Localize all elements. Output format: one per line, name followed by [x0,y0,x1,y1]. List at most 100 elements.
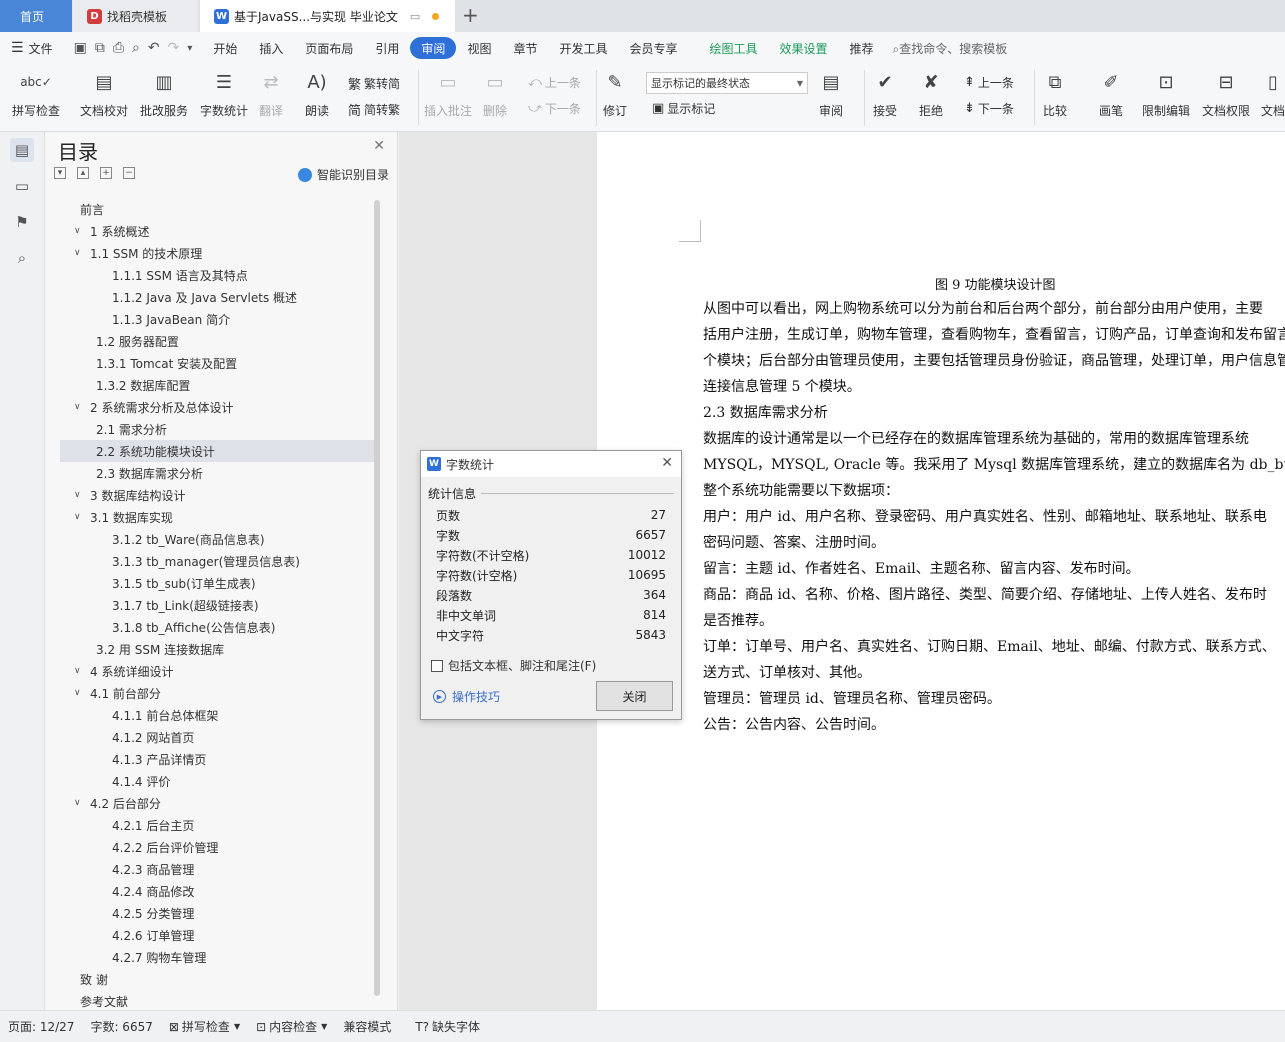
add-heading-icon[interactable]: + [100,167,112,179]
export-icon[interactable]: ⧉ [95,40,105,56]
batch-service-button[interactable]: ▥ 批改服务 [140,68,188,119]
toc-item[interactable]: 3.1.3 tb_manager(管理员信息表) [60,550,374,572]
toc-item[interactable]: 4.1.2 网站首页 [60,726,374,748]
toc-item[interactable]: 3.1.7 tb_Link(超级链接表) [60,594,374,616]
toc-item[interactable]: 1.1.1 SSM 语言及其特点 [60,264,374,286]
toc-item[interactable]: ∨ 3 数据库结构设计 [60,484,374,506]
toc-item[interactable]: 1.1.3 JavaBean 简介 [60,308,374,330]
toc-item[interactable]: 1.2 服务器配置 [60,330,374,352]
toc-item[interactable]: ∨ 2 系统需求分析及总体设计 [60,396,374,418]
doc-permission-button[interactable]: ⊟ 文档权限 [1202,68,1250,119]
new-tab-icon[interactable]: + [462,3,479,27]
toc-item[interactable]: 4.2.4 商品修改 [60,880,374,902]
toc-item[interactable]: 4.1.4 评价 [60,770,374,792]
toc-item[interactable]: 3.1.5 tb_sub(订单生成表) [60,572,374,594]
toc-item[interactable]: ∨ 1 系统概述 [60,220,374,242]
toc-item[interactable]: 参考文献 [60,990,374,1012]
menu-member[interactable]: 会员专享 [618,37,688,59]
doc-more-button[interactable]: ▯ 文档 [1260,68,1285,119]
prev-comment-button[interactable]: ⤺ 上一条 [528,74,581,91]
toc-item[interactable]: 4.1.1 前台总体框架 [60,704,374,726]
menu-recommend[interactable]: 推荐 [839,37,885,59]
save-icon[interactable]: ▣ [74,40,87,56]
content-check-status[interactable]: ⊡ 内容检查 ▼ [248,1018,335,1035]
close-icon[interactable]: ✕ [373,138,385,154]
remove-heading-icon[interactable]: − [123,167,135,179]
tab-home[interactable]: 首页 [0,0,72,32]
chevron-down-icon[interactable]: ∨ [74,226,84,236]
toc-item[interactable]: 4.2.5 分类管理 [60,902,374,924]
toc-item[interactable]: 前言 [60,198,374,220]
spell-check-button[interactable]: abc✓ 拼写检查 [12,68,60,119]
toc-item[interactable]: ∨ 4 系统详细设计 [60,660,374,682]
file-menu[interactable]: ☰ 文件 [0,37,64,59]
bookmark-icon[interactable]: ⚑ [10,210,34,234]
menu-drawing-tools[interactable]: 绘图工具 [699,37,769,59]
toc-item[interactable]: 3.1.2 tb_Ware(商品信息表) [60,528,374,550]
toc-item[interactable]: 3.1.8 tb_Affiche(公告信息表) [60,616,374,638]
toc-item[interactable]: 2.2 系统功能模块设计 [60,440,374,462]
command-search[interactable]: ⌕查找命令、搜索模板 [885,40,1008,57]
next-change-button[interactable]: ⇟ 下一条 [964,100,1014,117]
toc-item[interactable]: 3.2 用 SSM 连接数据库 [60,638,374,660]
chevron-down-icon[interactable]: ∨ [74,402,84,412]
restrict-edit-button[interactable]: ⊡ 限制编辑 [1142,68,1190,119]
menu-insert[interactable]: 插入 [248,37,294,59]
simp-to-trad-button[interactable]: 简简转繁 [348,100,400,119]
tab-template[interactable]: D 找稻壳模板 [73,0,198,32]
toc-item[interactable]: 4.2.1 后台主页 [60,814,374,836]
dialog-titlebar[interactable]: W 字数统计 [421,451,681,477]
menu-developer[interactable]: 开发工具 [548,37,618,59]
toc-item[interactable]: ∨ 3.1 数据库实现 [60,506,374,528]
more-chevron-icon[interactable]: ▾ [187,43,192,54]
toc-item[interactable]: 1.3.2 数据库配置 [60,374,374,396]
show-markup-button[interactable]: ▣ 显示标记 [652,100,715,117]
toc-item[interactable]: 4.2.3 商品管理 [60,858,374,880]
toc-item[interactable]: 致 谢 [60,968,374,990]
chapter-icon[interactable]: ▭ [10,174,34,198]
menu-chapter[interactable]: 章节 [502,37,548,59]
toc-scrollbar[interactable] [374,200,380,996]
delete-comment-button[interactable]: ▭ 删除 [482,68,508,119]
menu-layout[interactable]: 页面布局 [294,37,364,59]
toc-item[interactable]: 4.2.7 购物车管理 [60,946,374,968]
toc-item[interactable]: 1.3.1 Tomcat 安装及配置 [60,352,374,374]
compare-button[interactable]: ⧉ 比较 [1042,68,1068,119]
document-page[interactable]: 图 9 功能模块设计图 从图中可以看出，网上购物系统可以分为前台和后台两个部分，… [597,132,1285,1010]
word-count-button[interactable]: ☰ 字数统计 [200,68,248,119]
toc-item[interactable]: 2.3 数据库需求分析 [60,462,374,484]
tab-document[interactable]: W 基于JavaSS...与实现 毕业论文 ▭ [200,0,455,32]
preview-icon[interactable]: ⌕ [132,40,140,56]
insert-comment-button[interactable]: ▭ 插入批注 [424,68,472,119]
search-icon[interactable]: ⌕ [10,246,34,270]
close-button[interactable]: 关闭 [596,681,673,711]
menu-view[interactable]: 视图 [456,37,502,59]
spell-check-status[interactable]: ⊠ 拼写检查 ▼ [161,1018,248,1035]
pen-button[interactable]: ✐ 画笔 [1098,68,1124,119]
toc-item[interactable]: ∨ 4.2 后台部分 [60,792,374,814]
markup-state-select[interactable]: 显示标记的最终状态 ▼ [646,72,808,94]
chevron-down-icon[interactable]: ∨ [74,798,84,808]
toc-item[interactable]: ∨ 4.1 前台部分 [60,682,374,704]
chevron-down-icon[interactable]: ∨ [74,666,84,676]
reject-button[interactable]: ✘ 拒绝 [918,68,944,119]
page-indicator[interactable]: 页面: 12/27 [0,1018,82,1035]
chevron-down-icon[interactable]: ∨ [74,490,84,500]
undo-icon[interactable]: ↶ [148,40,160,56]
print-icon[interactable]: ⎙ [113,40,124,56]
outline-icon[interactable]: ▤ [10,138,34,162]
chevron-down-icon[interactable]: ∨ [74,248,84,258]
trad-to-simp-button[interactable]: 繁繁转简 [348,74,400,93]
chevron-down-icon[interactable]: ∨ [74,688,84,698]
read-aloud-button[interactable]: A) 朗读 [304,68,330,119]
menu-reference[interactable]: 引用 [364,37,410,59]
chevron-down-icon[interactable]: ∨ [74,512,84,522]
word-count-indicator[interactable]: 字数: 6657 [82,1018,160,1035]
track-changes-button[interactable]: ✎ 修订 [602,68,628,119]
translate-button[interactable]: ⇄ 翻译 [258,68,284,119]
accept-button[interactable]: ✔ 接受 [872,68,898,119]
monitor-icon[interactable]: ▭ [410,10,420,23]
menu-effects[interactable]: 效果设置 [769,37,839,59]
menu-start[interactable]: 开始 [202,37,248,59]
redo-icon[interactable]: ↷ [168,40,180,56]
